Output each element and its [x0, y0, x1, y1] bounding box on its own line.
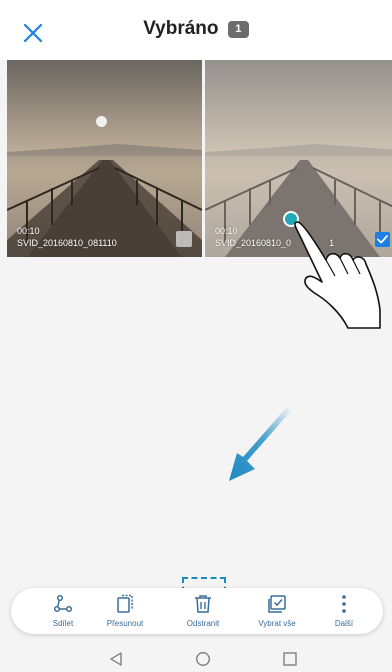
delete-button[interactable]: Odstranit	[179, 588, 227, 634]
recent-apps-icon[interactable]	[283, 652, 297, 666]
hand-pointer-icon	[283, 211, 381, 329]
bottom-toolbar: Sdílet Přesunout Odstranit Vybrat vše Da…	[11, 588, 383, 634]
more-button[interactable]: Další	[324, 588, 364, 634]
tap-indicator	[96, 116, 107, 127]
share-label: Sdílet	[52, 619, 74, 628]
video-duration: 00:10	[215, 226, 238, 236]
more-icon	[342, 595, 346, 613]
move-label: Přesunout	[106, 619, 144, 628]
page-title: Vybráno 1	[0, 18, 392, 40]
selected-count-badge: 1	[227, 21, 249, 38]
video-thumbnail-1[interactable]: 00:10 SVID_20160810_081110	[7, 60, 202, 257]
swipe-arrow-icon	[229, 407, 291, 481]
select-all-icon	[268, 595, 286, 613]
share-icon	[53, 594, 73, 613]
trash-icon	[195, 595, 211, 613]
select-checkbox[interactable]	[176, 231, 192, 247]
system-nav-bar	[0, 645, 392, 672]
share-button[interactable]: Sdílet	[43, 588, 83, 634]
more-label: Další	[334, 619, 354, 628]
back-icon[interactable]	[108, 651, 124, 667]
select-all-button[interactable]: Vybrat vše	[249, 588, 305, 634]
move-icon	[117, 594, 133, 613]
top-bar: Vybráno 1	[0, 0, 392, 60]
select-all-label: Vybrat vše	[258, 619, 296, 628]
title-text: Vybráno	[143, 18, 219, 39]
home-icon[interactable]	[195, 651, 211, 667]
video-duration: 00:10	[17, 226, 40, 236]
video-filename: SVID_20160810_081110	[17, 238, 117, 248]
move-button[interactable]: Přesunout	[94, 588, 156, 634]
delete-label: Odstranit	[186, 619, 220, 628]
